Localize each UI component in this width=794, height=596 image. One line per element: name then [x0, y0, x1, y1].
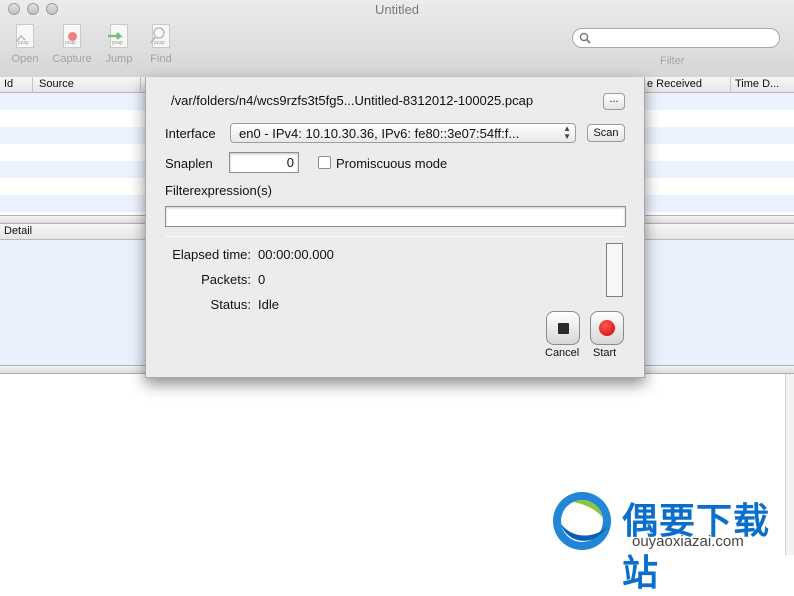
capture-file-path: /var/folders/n4/wcs9rzfs3t5fg5...Untitle…: [171, 93, 534, 108]
jump-arrow-icon: [106, 22, 132, 52]
column-header-time-delta[interactable]: Time D...: [735, 78, 779, 90]
record-icon: [599, 320, 615, 336]
promiscuous-label[interactable]: Promiscuous mode: [336, 156, 447, 171]
start-label: Start: [593, 347, 617, 359]
jump-toolbar-button[interactable]: Jump: [97, 22, 141, 70]
interface-selected-value: en0 - IPv4: 10.10.30.36, IPv6: fe80::3e0…: [239, 126, 520, 141]
interface-select[interactable]: en0 - IPv4: 10.10.30.36, IPv6: fe80::3e0…: [230, 123, 576, 143]
detail-header-label: Detail: [4, 225, 33, 237]
watermark-url: ouyaoxiazai.com: [632, 533, 744, 550]
capture-sheet-dialog: /var/folders/n4/wcs9rzfs3t5fg5...Untitle…: [145, 77, 645, 378]
status-value: Idle: [258, 297, 279, 312]
packets-label: Packets:: [201, 272, 251, 287]
scan-button[interactable]: Scan: [587, 124, 625, 142]
snaplen-label: Snaplen: [165, 156, 213, 171]
stop-icon: [558, 323, 569, 334]
snaplen-input[interactable]: 0: [229, 152, 299, 173]
search-icon: [579, 32, 591, 47]
open-file-icon: [12, 22, 38, 52]
section-divider: [165, 236, 626, 237]
filter-label: Filter: [660, 55, 685, 67]
column-header-id[interactable]: Id: [4, 78, 13, 90]
jump-label: Jump: [105, 53, 133, 65]
capture-toolbar-button[interactable]: Capture: [50, 22, 94, 70]
promiscuous-checkbox[interactable]: [318, 156, 331, 169]
browse-file-button[interactable]: ...: [603, 93, 625, 110]
column-header-received[interactable]: e Received: [647, 78, 702, 90]
cancel-button[interactable]: [546, 311, 580, 345]
filterexpression-input[interactable]: [165, 206, 626, 227]
column-header-source[interactable]: Source: [39, 78, 74, 90]
capture-label: Capture: [52, 53, 92, 65]
capture-progress-indicator: [606, 243, 623, 297]
find-toolbar-button[interactable]: Find: [139, 22, 183, 70]
open-toolbar-button[interactable]: Open: [3, 22, 47, 70]
cancel-label: Cancel: [545, 347, 580, 359]
filterexpression-label: Filterexpression(s): [165, 183, 272, 198]
elapsed-time-value: 00:00:00.000: [258, 247, 334, 262]
window-titlebar: Untitled Open Capture Jump: [0, 0, 794, 78]
window-title: Untitled: [374, 2, 420, 17]
find-label: Find: [150, 53, 172, 65]
packets-value: 0: [258, 272, 266, 287]
start-button[interactable]: [590, 311, 624, 345]
open-label: Open: [11, 53, 39, 65]
capture-record-icon: [59, 22, 85, 52]
watermark-logo-icon: [553, 492, 611, 550]
filter-search-input[interactable]: [572, 28, 780, 48]
interface-label: Interface: [165, 126, 216, 141]
status-label: Status:: [210, 297, 251, 312]
updown-arrows-icon: ▲ ▼: [563, 124, 571, 141]
find-magnifier-icon: [148, 22, 174, 52]
elapsed-time-label: Elapsed time:: [172, 247, 251, 262]
